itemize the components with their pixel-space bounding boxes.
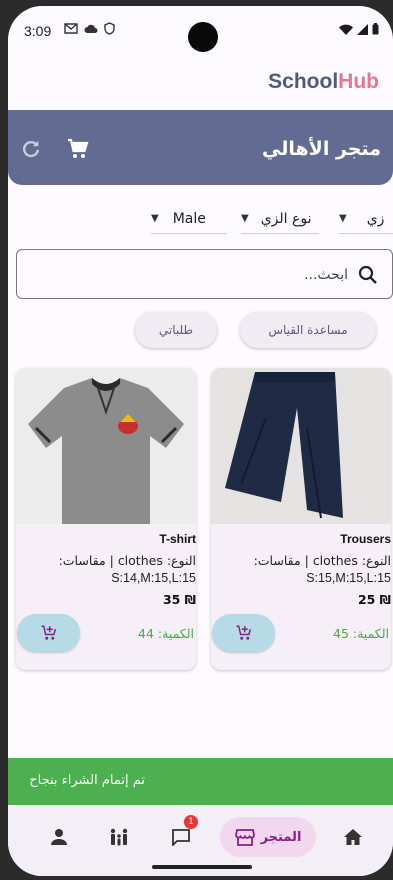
storefront-icon bbox=[234, 829, 255, 846]
shield-icon bbox=[104, 22, 115, 35]
gesture-home-bar[interactable] bbox=[152, 865, 252, 869]
page-title: متجر الأهالي bbox=[262, 138, 381, 160]
product-quantity: الكمية: 45 bbox=[333, 626, 389, 641]
family-icon bbox=[110, 828, 128, 846]
status-time: 3:09 bbox=[24, 23, 52, 39]
add-to-cart-button[interactable] bbox=[212, 614, 275, 652]
nav-home[interactable] bbox=[338, 817, 368, 857]
nav-family[interactable] bbox=[104, 817, 134, 857]
product-meta: النوع: clothes | مقاسات: bbox=[253, 553, 391, 568]
product-meta: النوع: clothes | مقاسات: bbox=[58, 553, 196, 568]
gender-dropdown[interactable]: ▼ Male bbox=[151, 204, 227, 234]
status-bar: 3:09 bbox=[8, 6, 393, 58]
search-input[interactable] bbox=[48, 264, 348, 286]
product-price: 35 ₪ bbox=[162, 592, 196, 607]
battery-icon bbox=[372, 23, 379, 35]
cart-icon[interactable] bbox=[66, 137, 90, 161]
add-to-cart-icon bbox=[41, 625, 56, 640]
search-icon bbox=[358, 265, 377, 284]
person-icon bbox=[51, 829, 67, 845]
size-help-button[interactable]: مساعدة القياس bbox=[240, 312, 376, 348]
product-name: T-shirt bbox=[159, 532, 196, 546]
home-icon bbox=[344, 829, 362, 845]
phone-screen: 3:09 SchoolHub متجر الأهالي ▼ Male ▼ نوع… bbox=[8, 6, 393, 876]
add-to-cart-button[interactable] bbox=[17, 614, 80, 652]
trousers-image bbox=[211, 368, 391, 524]
product-quantity: الكمية: 44 bbox=[138, 626, 194, 641]
tshirt-image bbox=[16, 368, 196, 524]
product-price: 25 ₪ bbox=[357, 592, 391, 607]
success-snackbar: تم إتمام الشراء بنجاح bbox=[8, 758, 393, 805]
caret-down-icon: ▼ bbox=[339, 213, 347, 224]
app-logo: SchoolHub bbox=[268, 70, 379, 94]
signal-icon bbox=[357, 23, 368, 35]
app-bar: متجر الأهالي bbox=[8, 110, 393, 185]
product-card[interactable]: T-shirt النوع: clothes | مقاسات: S:14,M:… bbox=[16, 368, 196, 670]
filter-row: ▼ Male ▼ نوع الزي ▼ زي bbox=[8, 204, 393, 238]
gender-value: Male bbox=[172, 210, 206, 227]
search-box[interactable] bbox=[16, 249, 393, 299]
uniform-type-value: نوع الزي bbox=[260, 210, 312, 227]
nav-store[interactable]: المتجر bbox=[220, 817, 316, 857]
add-to-cart-icon bbox=[236, 625, 251, 640]
nav-profile[interactable] bbox=[44, 817, 74, 857]
product-sizes: S:14,M:15,L:15 bbox=[111, 571, 196, 585]
gmail-icon bbox=[64, 23, 78, 34]
snackbar-message: تم إتمام الشراء بنجاح bbox=[29, 773, 145, 788]
wifi-icon bbox=[339, 24, 353, 35]
logo-part-hub: Hub bbox=[338, 70, 379, 93]
refresh-icon[interactable] bbox=[20, 138, 42, 160]
caret-down-icon: ▼ bbox=[241, 213, 249, 224]
product-sizes: S:15,M:15,L:15 bbox=[306, 571, 391, 585]
nav-store-label: المتجر bbox=[260, 829, 302, 845]
status-notifications bbox=[64, 22, 115, 35]
product-name: Trousers bbox=[340, 532, 391, 546]
logo-part-school: School bbox=[268, 70, 339, 93]
front-camera bbox=[188, 22, 218, 52]
uniform-value: زي bbox=[366, 210, 385, 227]
messages-badge: 1 bbox=[184, 815, 198, 829]
product-card[interactable]: Trousers النوع: clothes | مقاسات: S:15,M… bbox=[211, 368, 391, 670]
my-orders-button[interactable]: طلباتي bbox=[135, 312, 217, 348]
cloud-icon bbox=[84, 24, 98, 33]
status-system-icons bbox=[339, 23, 379, 35]
caret-down-icon: ▼ bbox=[151, 213, 159, 224]
uniform-dropdown[interactable]: ▼ زي bbox=[339, 204, 393, 234]
chat-icon bbox=[172, 829, 190, 846]
uniform-type-dropdown[interactable]: ▼ نوع الزي bbox=[241, 204, 319, 234]
nav-messages[interactable]: 1 bbox=[166, 815, 198, 857]
